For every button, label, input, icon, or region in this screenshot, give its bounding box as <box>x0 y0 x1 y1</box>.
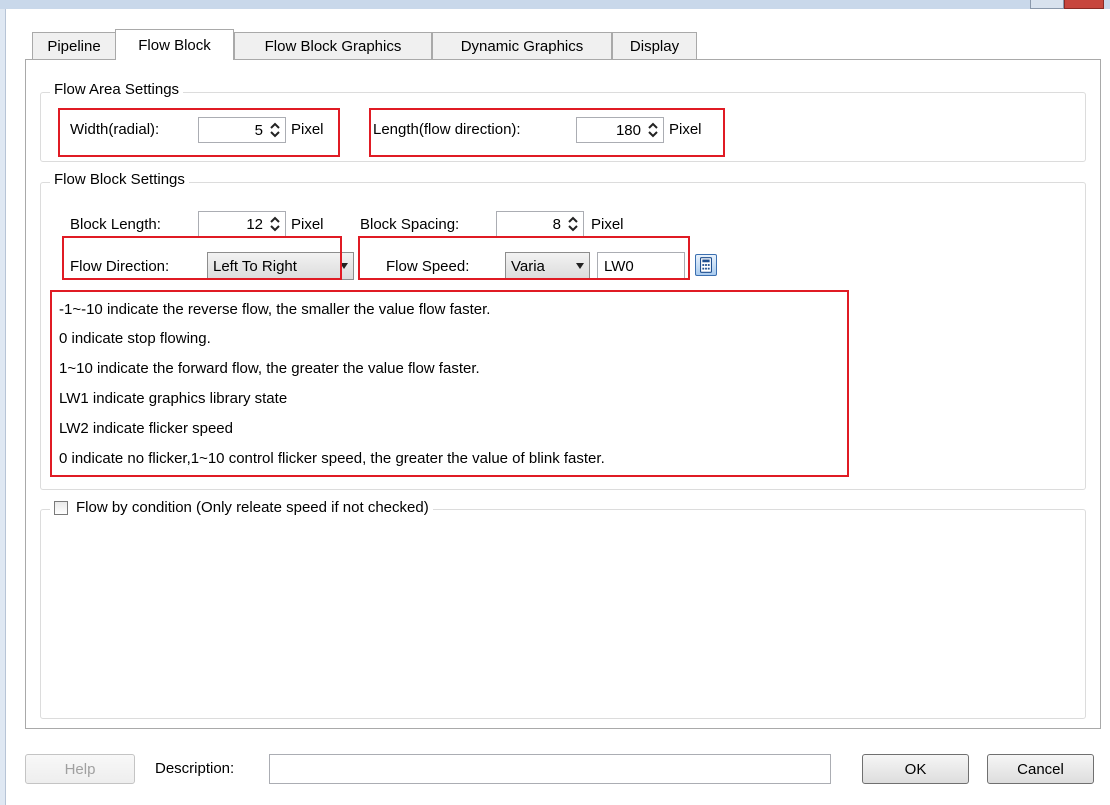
block-spacing-value: 8 <box>552 215 561 233</box>
tab-flow-block-graphics[interactable]: Flow Block Graphics <box>234 32 432 59</box>
highlight-box <box>369 108 725 157</box>
description-label: Description: <box>155 760 235 777</box>
tab-display[interactable]: Display <box>612 32 697 59</box>
up-down-arrows-icon[interactable] <box>269 215 281 233</box>
block-length-value: 12 <box>246 215 263 233</box>
highlight-box <box>58 108 340 157</box>
highlight-box <box>50 290 849 477</box>
tab-pipeline[interactable]: Pipeline <box>32 32 116 59</box>
window-titlebar <box>0 0 1110 9</box>
info-line: -1~-10 indicate the reverse flow, the sm… <box>59 301 491 318</box>
help-button[interactable]: Help <box>25 754 135 784</box>
block-spacing-unit: Pixel <box>591 216 624 233</box>
info-line: LW2 indicate flicker speed <box>59 420 233 437</box>
tab-label: Flow Block Graphics <box>264 37 402 55</box>
cancel-button-label: Cancel <box>1017 760 1064 778</box>
window-frame-left <box>0 9 6 805</box>
highlight-box <box>358 236 690 280</box>
tab-dynamic-graphics[interactable]: Dynamic Graphics <box>432 32 612 59</box>
maximize-button[interactable] <box>1030 0 1064 9</box>
block-length-label: Block Length: <box>70 216 161 233</box>
tab-label: Display <box>629 37 680 55</box>
help-button-label: Help <box>64 760 96 778</box>
checkbox-icon[interactable] <box>54 500 68 515</box>
up-down-arrows-icon[interactable] <box>567 215 579 233</box>
info-line: 1~10 indicate the forward flow, the grea… <box>59 360 480 377</box>
info-line: 0 indicate no flicker,1~10 control flick… <box>59 450 605 467</box>
ok-button[interactable]: OK <box>862 754 969 784</box>
condition-label: Flow by condition (Only releate speed if… <box>76 499 429 516</box>
tab-label: Dynamic Graphics <box>460 37 584 55</box>
ok-button-label: OK <box>904 760 927 778</box>
highlight-box <box>62 236 342 280</box>
block-length-spinbox[interactable]: 12 <box>198 211 286 237</box>
description-input[interactable] <box>269 754 831 784</box>
flow-area-legend: Flow Area Settings <box>50 81 184 98</box>
close-button[interactable] <box>1064 0 1104 9</box>
flow-block-legend: Flow Block Settings <box>50 171 189 188</box>
condition-header: Flow by condition (Only releate speed if… <box>50 499 433 516</box>
tab-label: Flow Block <box>138 36 211 54</box>
condition-group <box>40 509 1086 719</box>
block-spacing-spinbox[interactable]: 8 <box>496 211 584 237</box>
tab-label: Pipeline <box>47 37 101 55</box>
info-line: 0 indicate stop flowing. <box>59 330 211 347</box>
block-length-unit: Pixel <box>291 216 324 233</box>
block-spacing-label: Block Spacing: <box>360 216 460 233</box>
cancel-button[interactable]: Cancel <box>987 754 1094 784</box>
tab-flow-block[interactable]: Flow Block <box>115 29 234 60</box>
calculator-icon[interactable] <box>695 254 717 276</box>
info-line: LW1 indicate graphics library state <box>59 390 288 407</box>
